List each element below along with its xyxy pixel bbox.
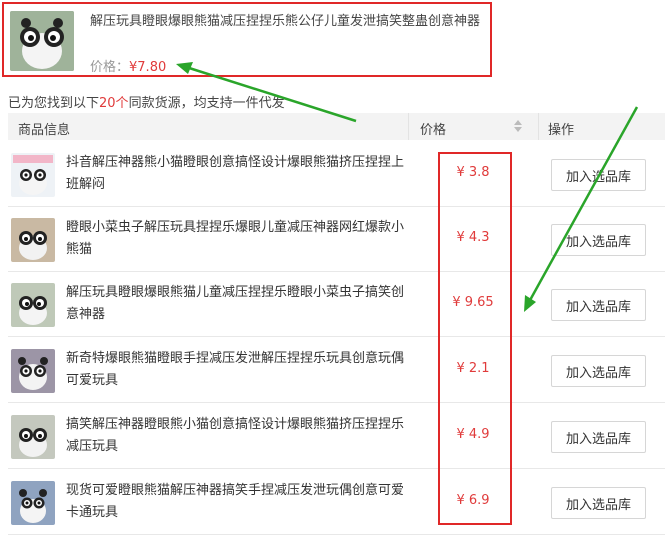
column-header-action: 操作 (548, 123, 575, 138)
product-price: ¥ 2.1 (456, 361, 490, 376)
product-price: ¥ 3.8 (456, 165, 490, 180)
product-title[interactable]: 新奇特爆眼熊猫瞪眼手捏减压发泄解压捏捏乐玩具创意玩偶可爱玩具 (66, 348, 408, 392)
add-to-library-button[interactable]: 加入选品库 (551, 421, 646, 453)
table-row: 新奇特爆眼熊猫瞪眼手捏减压发泄解压捏捏乐玩具创意玩偶可爱玩具 ¥ 2.1 加入选… (8, 339, 665, 403)
panda-toy-icon (11, 218, 55, 262)
price-label: 价格： (90, 60, 130, 75)
table-row: 搞笑解压神器瞪眼熊小猫创意搞怪设计爆眼熊猫挤压捏捏乐减压玩具 ¥ 4.9 加入选… (8, 405, 665, 469)
search-result-summary: 已为您找到以下20个同款货源，均支持一件代发 (8, 92, 285, 111)
table-header: 商品信息 价格 操作 (8, 113, 665, 140)
add-to-library-button[interactable]: 加入选品库 (551, 355, 646, 387)
product-thumbnail[interactable] (11, 349, 55, 393)
table-row: 现货可爱瞪眼熊猫解压神器搞笑手捏减压发泄玩偶创意可爱卡通玩具 ¥ 6.9 加入选… (8, 471, 665, 535)
product-title[interactable]: 现货可爱瞪眼熊猫解压神器搞笑手捏减压发泄玩偶创意可爱卡通玩具 (66, 480, 408, 524)
add-to-library-button[interactable]: 加入选品库 (551, 487, 646, 519)
table-row: 解压玩具瞪眼爆眼熊猫儿童减压捏捏乐瞪眼小菜虫子搞笑创意神器 ¥ 9.65 加入选… (8, 273, 665, 337)
add-to-library-button[interactable]: 加入选品库 (551, 159, 646, 191)
product-price: ¥ 9.65 (452, 295, 494, 310)
table-row: 瞪眼小菜虫子解压玩具捏捏乐爆眼儿童减压神器网红爆款小熊猫 ¥ 4.3 加入选品库 (8, 208, 665, 272)
product-title[interactable]: 抖音解压神器熊小猫瞪眼创意搞怪设计爆眼熊猫挤压捏捏上班解闷 (66, 152, 408, 196)
column-divider (408, 113, 409, 140)
product-thumbnail[interactable] (11, 283, 55, 327)
summary-prefix: 已为您找到以下 (8, 96, 100, 111)
panda-toy-icon (11, 153, 55, 197)
product-title[interactable]: 解压玩具瞪眼爆眼熊猫儿童减压捏捏乐瞪眼小菜虫子搞笑创意神器 (66, 282, 408, 326)
panda-toy-icon (11, 415, 55, 459)
source-product-title: 解压玩具瞪眼爆眼熊猫减压捏捏乐熊公仔儿童发泄搞笑整蛊创意神器 (90, 14, 481, 29)
source-product-card: 解压玩具瞪眼爆眼熊猫减压捏捏乐熊公仔儿童发泄搞笑整蛊创意神器 价格：¥7.80 (2, 2, 492, 77)
panda-toy-icon (11, 349, 55, 393)
table-row: 抖音解压神器熊小猫瞪眼创意搞怪设计爆眼熊猫挤压捏捏上班解闷 ¥ 3.8 加入选品… (8, 143, 665, 207)
column-divider (538, 113, 539, 140)
product-price: ¥ 6.9 (456, 493, 490, 508)
column-header-info: 商品信息 (18, 123, 71, 138)
panda-toy-icon (10, 11, 74, 71)
source-product-thumbnail (10, 11, 74, 71)
product-price: ¥ 4.9 (456, 427, 490, 442)
product-title[interactable]: 瞪眼小菜虫子解压玩具捏捏乐爆眼儿童减压神器网红爆款小熊猫 (66, 217, 408, 261)
price-value: ¥7.80 (129, 60, 167, 75)
panda-toy-icon (11, 283, 55, 327)
product-thumbnail[interactable] (11, 153, 55, 197)
summary-suffix: 同款货源，均支持一件代发 (128, 96, 285, 111)
result-count: 20个 (99, 96, 129, 111)
product-thumbnail[interactable] (11, 415, 55, 459)
sort-arrows-icon[interactable] (513, 118, 523, 134)
panda-toy-icon (11, 481, 55, 525)
source-product-price: 价格：¥7.80 (90, 56, 166, 75)
product-thumbnail[interactable] (11, 481, 55, 525)
product-price: ¥ 4.3 (456, 230, 490, 245)
column-header-price[interactable]: 价格 (420, 119, 446, 138)
add-to-library-button[interactable]: 加入选品库 (551, 289, 646, 321)
product-thumbnail[interactable] (11, 218, 55, 262)
product-title[interactable]: 搞笑解压神器瞪眼熊小猫创意搞怪设计爆眼熊猫挤压捏捏乐减压玩具 (66, 414, 408, 458)
add-to-library-button[interactable]: 加入选品库 (551, 224, 646, 256)
